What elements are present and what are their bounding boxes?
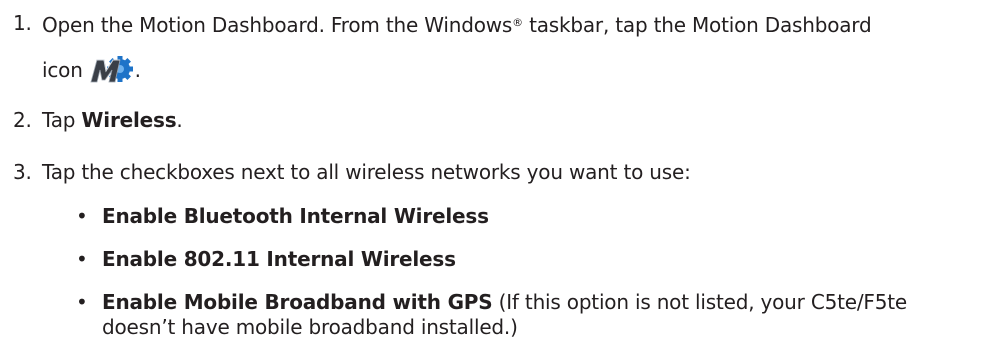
option-mobile-broadband: Enable Mobile Broadband with GPS [102,290,493,314]
step-text: . [176,108,183,132]
registered-mark: ® [512,16,523,29]
step-text: icon [42,58,83,82]
motion-dashboard-icon [89,55,133,85]
bullet-note: (If this option is not listed, your C5te… [492,290,908,314]
bullet-marker: • [76,290,88,314]
bullet-marker: • [76,247,88,271]
option-80211: Enable 802.11 Internal Wireless [102,247,456,271]
bullet-note: doesn’t have mobile broadband installed.… [102,315,518,339]
step-text: taskbar, tap the Motion Dashboard [522,13,872,37]
step-text: . [134,58,141,82]
step-number: 2. [13,108,32,132]
ui-term-wireless: Wireless [81,108,177,132]
option-bluetooth: Enable Bluetooth Internal Wireless [102,204,489,228]
bullet-marker: • [76,204,88,228]
step-text: Open the Motion Dashboard. From the Wind… [42,13,513,37]
instruction-document: 1. Open the Motion Dashboard. From the W… [0,0,993,362]
step-text: Tap the checkboxes next to all wireless … [42,160,691,184]
step-text: Tap [42,108,82,132]
step-number: 3. [13,160,32,184]
step-number: 1. [13,11,32,35]
